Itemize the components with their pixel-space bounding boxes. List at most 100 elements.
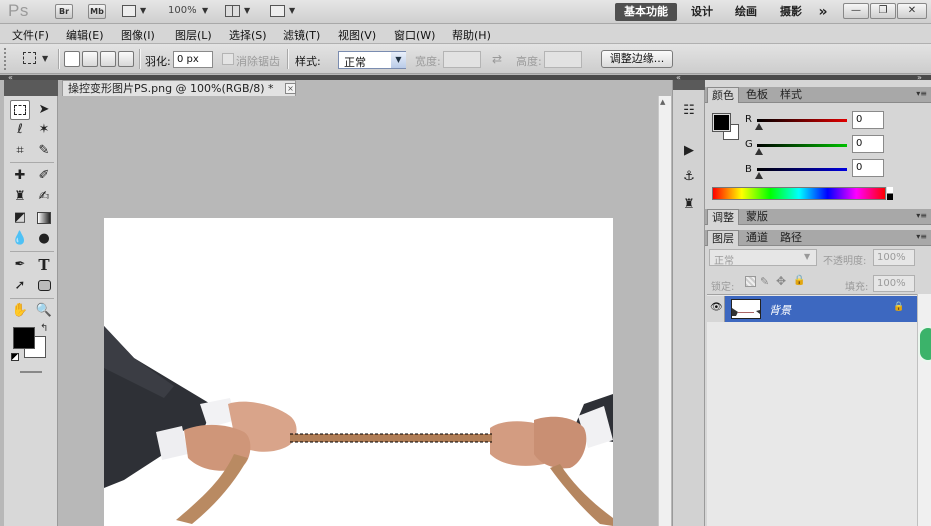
- close-icon[interactable]: ×: [285, 83, 296, 94]
- black-white-ramp[interactable]: [887, 187, 893, 200]
- lasso-tool[interactable]: ℓ: [10, 120, 30, 140]
- green-channel-slider[interactable]: [757, 144, 847, 147]
- workspace-painting-button[interactable]: 绘画: [728, 3, 764, 21]
- menu-window[interactable]: 窗口(W): [394, 27, 435, 43]
- panel-menu-icon[interactable]: ▾≡: [916, 232, 927, 241]
- quick-mask-toggle[interactable]: [20, 371, 42, 373]
- color-spectrum-bar[interactable]: [712, 187, 886, 200]
- tab-masks[interactable]: 蒙版: [742, 209, 772, 225]
- blue-slider-thumb[interactable]: [755, 172, 763, 179]
- brush-tool[interactable]: ✐: [34, 166, 54, 186]
- green-slider-thumb[interactable]: [755, 148, 763, 155]
- workspace-photography-button[interactable]: 摄影: [773, 3, 809, 21]
- menu-filter[interactable]: 滤镜(T): [283, 27, 320, 43]
- quick-selection-tool[interactable]: ✶: [34, 120, 54, 140]
- default-colors-icon[interactable]: [11, 353, 19, 361]
- document-canvas[interactable]: [104, 218, 613, 526]
- crop-tool[interactable]: ⌗: [10, 141, 30, 161]
- tool-preset-picker[interactable]: ▼: [20, 50, 54, 68]
- refine-edge-button[interactable]: 调整边缘...: [601, 50, 673, 68]
- panel-menu-icon[interactable]: ▾≡: [916, 89, 927, 98]
- history-panel-icon[interactable]: ☷: [680, 102, 698, 120]
- lock-position-icon[interactable]: ✥: [776, 274, 786, 288]
- launch-minibridge-button[interactable]: Mb: [88, 4, 106, 19]
- zoom-tool[interactable]: 🔍: [34, 301, 54, 321]
- workspace-essentials-button[interactable]: 基本功能: [615, 3, 677, 21]
- color-panel-foreground-swatch[interactable]: [712, 113, 731, 132]
- layer-visibility-toggle[interactable]: 👁: [707, 296, 725, 322]
- panel-menu-icon[interactable]: ▾≡: [916, 211, 927, 220]
- vertical-scrollbar[interactable]: [658, 96, 671, 526]
- scroll-up-icon[interactable]: ▲: [660, 98, 665, 106]
- zoom-level-dropdown[interactable]: 100% ▼: [168, 5, 212, 19]
- lock-transparency-icon[interactable]: [745, 276, 756, 287]
- options-bar-grip[interactable]: [4, 48, 8, 70]
- blue-channel-slider[interactable]: [757, 168, 847, 171]
- dodge-tool[interactable]: ●: [34, 229, 54, 249]
- menu-select[interactable]: 选择(S): [229, 27, 267, 43]
- shape-tool[interactable]: [34, 276, 54, 296]
- blend-mode-select[interactable]: 正常 ▼: [709, 249, 817, 267]
- layer-row[interactable]: 👁 背景 🔒: [707, 296, 917, 322]
- restore-button[interactable]: ❐: [870, 3, 896, 19]
- width-input[interactable]: [443, 51, 481, 68]
- subtract-from-selection-icon[interactable]: [100, 51, 116, 67]
- layer-name[interactable]: 背景: [769, 302, 791, 318]
- clone-source-panel-icon[interactable]: ♜: [680, 196, 698, 214]
- navigator-panel-icon[interactable]: ⚓: [680, 168, 698, 186]
- tab-styles[interactable]: 样式: [776, 87, 806, 103]
- opacity-input[interactable]: 100%: [873, 249, 915, 266]
- toolbox-header[interactable]: [4, 80, 58, 96]
- swap-colors-icon[interactable]: ↰: [40, 323, 48, 334]
- menu-edit[interactable]: 编辑(E): [66, 27, 104, 43]
- foreground-color-swatch[interactable]: [13, 327, 35, 349]
- more-workspaces-button[interactable]: »: [814, 3, 832, 21]
- menu-image[interactable]: 图像(I): [121, 27, 155, 43]
- blue-value-input[interactable]: 0: [852, 159, 884, 177]
- clone-stamp-tool[interactable]: ♜: [10, 187, 30, 207]
- intersect-selection-icon[interactable]: [118, 51, 134, 67]
- tab-paths[interactable]: 路径: [776, 230, 806, 246]
- feather-input[interactable]: 0 px: [173, 51, 213, 68]
- type-tool[interactable]: T: [34, 255, 54, 275]
- menu-layer[interactable]: 图层(L): [175, 27, 212, 43]
- blur-tool[interactable]: 💧: [10, 229, 30, 249]
- new-selection-icon[interactable]: [64, 51, 80, 67]
- tab-color[interactable]: 颜色: [707, 87, 739, 103]
- actions-panel-icon[interactable]: ▶: [680, 142, 698, 160]
- red-value-input[interactable]: 0: [852, 111, 884, 129]
- menu-file[interactable]: 文件(F): [12, 27, 49, 43]
- menu-view[interactable]: 视图(V): [338, 27, 376, 43]
- style-select[interactable]: 正常 ▼: [338, 51, 406, 69]
- red-channel-slider[interactable]: [757, 119, 847, 122]
- tab-channels[interactable]: 通道: [742, 230, 772, 246]
- lock-pixels-icon[interactable]: ✎: [760, 275, 769, 288]
- rectangular-marquee-tool[interactable]: [10, 100, 30, 120]
- move-tool[interactable]: ➤: [34, 100, 54, 120]
- hand-tool[interactable]: ✋: [10, 301, 30, 321]
- screen-mode-dropdown[interactable]: ▼: [270, 4, 300, 20]
- pen-tool[interactable]: ✒: [10, 255, 30, 275]
- add-to-selection-icon[interactable]: [82, 51, 98, 67]
- eyedropper-tool[interactable]: ✎: [34, 141, 54, 161]
- antialias-checkbox[interactable]: [222, 53, 234, 65]
- height-input[interactable]: [544, 51, 582, 68]
- close-window-button[interactable]: ✕: [897, 3, 927, 19]
- menu-help[interactable]: 帮助(H): [452, 27, 491, 43]
- gradient-tool[interactable]: [34, 208, 54, 228]
- lock-all-icon[interactable]: 🔒: [793, 275, 805, 286]
- green-floating-badge[interactable]: [918, 326, 931, 362]
- view-extras-dropdown[interactable]: ▼: [122, 4, 148, 20]
- red-slider-thumb[interactable]: [755, 123, 763, 130]
- green-value-input[interactable]: 0: [852, 135, 884, 153]
- swap-dimensions-icon[interactable]: ⇄: [492, 52, 502, 66]
- launch-bridge-button[interactable]: Br: [55, 4, 73, 19]
- history-brush-tool[interactable]: ✍: [34, 187, 54, 207]
- dock-header[interactable]: [673, 80, 706, 90]
- fill-input[interactable]: 100%: [873, 275, 915, 292]
- path-selection-tool[interactable]: ➚: [10, 276, 30, 296]
- minimize-button[interactable]: —: [843, 3, 869, 19]
- document-tab[interactable]: 操控变形图片PS.png @ 100%(RGB/8) * ×: [62, 80, 296, 96]
- tab-layers[interactable]: 图层: [707, 230, 739, 246]
- arrange-documents-dropdown[interactable]: ▼: [225, 4, 255, 20]
